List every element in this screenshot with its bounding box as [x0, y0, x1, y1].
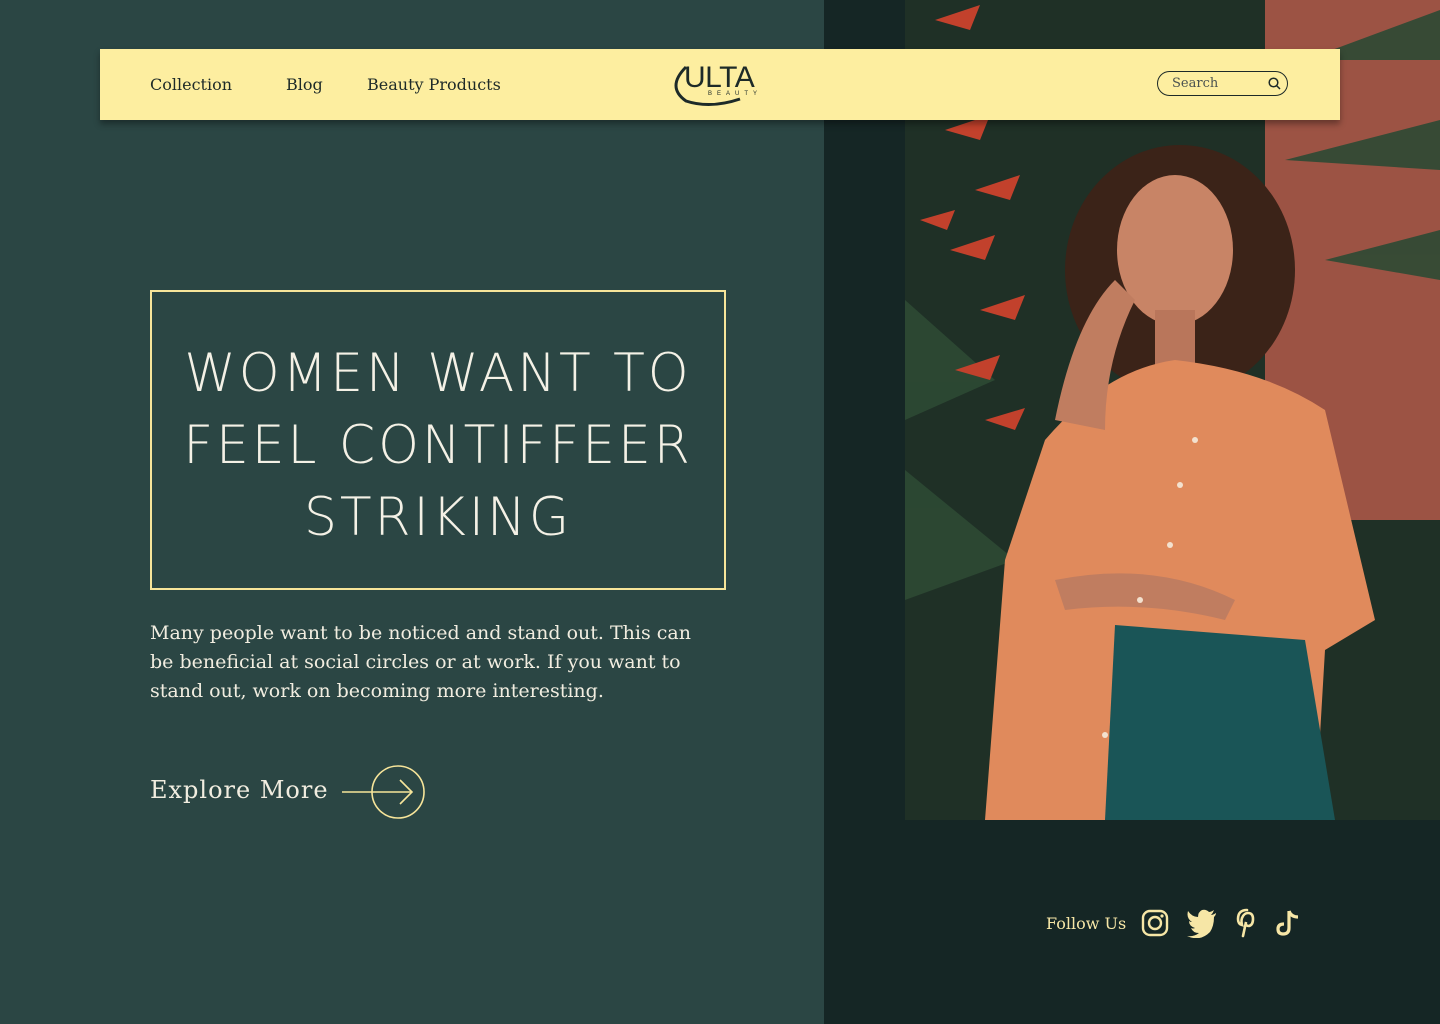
search-box[interactable] [1157, 71, 1288, 96]
search-icon[interactable] [1268, 77, 1281, 90]
hero-headline: WOMEN WANT TO FEEL CONTIFFEER STRIKING [158, 338, 719, 554]
twitter-icon[interactable] [1186, 908, 1218, 938]
nav-link-beauty-products[interactable]: Beauty Products [367, 75, 501, 94]
tiktok-icon[interactable] [1276, 908, 1302, 938]
nav-link-collection[interactable]: Collection [150, 75, 232, 94]
ulta-logo[interactable]: ULTA BEAUTY [670, 61, 770, 107]
headline-line-1: WOMEN WANT TO [184, 343, 692, 404]
logo-subtext: BEAUTY [708, 91, 763, 97]
instagram-icon[interactable] [1141, 908, 1169, 938]
pinterest-icon[interactable] [1236, 908, 1258, 938]
explore-more-button[interactable]: Explore More [150, 762, 430, 822]
headline-frame: WOMEN WANT TO FEEL CONTIFFEER STRIKING [150, 290, 726, 590]
nav-link-blog[interactable]: Blog [286, 75, 323, 94]
top-navbar: Collection Blog Beauty Products ULTA BEA… [100, 49, 1340, 120]
headline-line-2: FEEL CONTIFFEER [183, 415, 693, 476]
hero-body-text: Many people want to be noticed and stand… [150, 622, 691, 702]
logo-text: ULTA [684, 61, 755, 94]
arrow-right-circle-icon[interactable] [342, 762, 426, 822]
search-input[interactable] [1172, 74, 1262, 92]
follow-us-label: Follow Us [1046, 914, 1127, 933]
headline-line-3: STRIKING [303, 487, 573, 548]
hero-photo [905, 0, 1440, 820]
explore-more-label: Explore More [150, 776, 329, 804]
